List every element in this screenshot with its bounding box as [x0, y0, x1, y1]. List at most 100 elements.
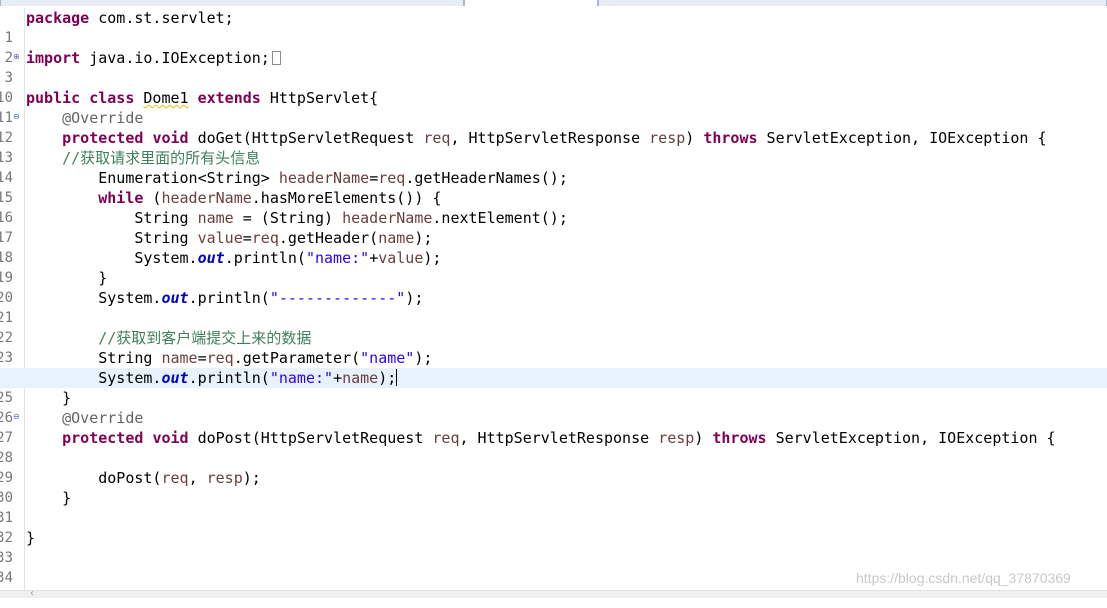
code-line[interactable]: 28 protected void doPost(HttpServletRequ…	[0, 428, 1107, 466]
method-call: doPost(	[98, 469, 162, 487]
class-name-warning: Dome1	[143, 89, 189, 107]
keyword: import	[26, 49, 81, 67]
code-line[interactable]: 2	[0, 28, 1107, 66]
code-line[interactable]: 23 //获取到客户端提交上来的数据	[0, 328, 1107, 366]
static-field: out	[161, 289, 189, 307]
punct: );	[414, 229, 433, 247]
watermark: https://blog.csdn.net/qq_37870369	[856, 570, 1071, 586]
param: resp	[649, 129, 686, 147]
code-line[interactable]: 27 ⊖ @Override	[0, 408, 1107, 446]
fold-expand-icon[interactable]: ⊕	[13, 53, 21, 61]
punct: ,	[188, 469, 207, 487]
keyword: class	[89, 89, 135, 107]
code-line[interactable]: 24 String name=req.getParameter("name");	[0, 348, 1107, 386]
param-type: , HttpServletResponse	[459, 429, 659, 447]
keyword: throws	[712, 429, 767, 447]
code-line[interactable]: 17 String name = (String) headerName.nex…	[0, 208, 1107, 246]
text-cursor	[396, 369, 398, 386]
string-literal: "name:"	[305, 249, 370, 267]
brace: }	[62, 489, 72, 507]
method-signature: doPost(HttpServletRequest	[188, 429, 433, 447]
code-line[interactable]: 29	[0, 448, 1107, 486]
code-line[interactable]: 31 }	[0, 488, 1107, 526]
punct: );	[378, 369, 397, 387]
method-signature: doGet(HttpServletRequest	[188, 129, 424, 147]
keyword: while	[98, 189, 144, 207]
method-call: .println(	[188, 289, 270, 307]
variable: req	[161, 469, 189, 487]
method-call: .hasMoreElements()) {	[251, 189, 442, 207]
static-field: out	[161, 369, 189, 387]
code-line[interactable]: 32	[0, 508, 1107, 546]
method-call: .getParameter(	[233, 349, 361, 367]
editor-tab-active[interactable]	[464, 0, 598, 6]
code-line[interactable]: 11 public class Dome1 extends HttpServle…	[0, 88, 1107, 126]
code-line[interactable]: 20 }	[0, 268, 1107, 306]
annotation: @Override	[62, 409, 144, 427]
variable: name	[342, 369, 379, 387]
fold-collapse-icon[interactable]: ⊖	[13, 413, 21, 421]
code-editor[interactable]: 1 package com.st.servlet; 2 3 ⊕ import j…	[0, 8, 1107, 590]
type: String	[134, 209, 198, 227]
code-line[interactable]: 21 System.out.println("-------------");	[0, 288, 1107, 326]
editor-tab[interactable]	[598, 0, 1107, 6]
variable: name	[378, 229, 415, 247]
scroll-left-icon[interactable]: ‹	[30, 588, 34, 599]
import-name: java.io.IOException;	[80, 49, 270, 67]
variable: value	[197, 229, 243, 247]
type: Enumeration<String>	[98, 169, 279, 187]
code-line[interactable]: 15 Enumeration<String> headerName=req.ge…	[0, 168, 1107, 206]
variable: req	[378, 169, 406, 187]
keyword: protected	[62, 129, 144, 147]
variable: value	[378, 249, 424, 267]
editor-tab-bar	[0, 0, 1107, 6]
code-line[interactable]: 26 }	[0, 388, 1107, 426]
method-call: .getHeaderNames();	[405, 169, 568, 187]
folded-imports-icon[interactable]	[271, 51, 281, 65]
type: String	[98, 349, 162, 367]
exceptions: ServletException, IOException {	[766, 429, 1056, 447]
code-line[interactable]: 18 String value=req.getHeader(name);	[0, 228, 1107, 266]
code-line[interactable]: 3 ⊕ import java.io.IOException;	[0, 48, 1107, 86]
code-line[interactable]: 1 package com.st.servlet;	[0, 8, 1107, 46]
code-line[interactable]: 16 while (headerName.hasMoreElements()) …	[0, 188, 1107, 226]
code-line[interactable]: 19 System.out.println("name:"+value);	[0, 248, 1107, 286]
param-type: , HttpServletResponse	[450, 129, 650, 147]
string-literal: "name"	[360, 349, 415, 367]
variable: name	[197, 209, 234, 227]
keyword: extends	[197, 89, 261, 107]
keyword: void	[152, 129, 189, 147]
keyword: package	[26, 9, 90, 27]
comment: //获取到客户端提交上来的数据	[98, 329, 312, 347]
variable: name	[161, 349, 198, 367]
code-line[interactable]: 30 doPost(req, resp);	[0, 468, 1107, 506]
variable: headerName	[342, 209, 433, 227]
brace: }	[26, 529, 36, 547]
paren: (	[143, 189, 162, 207]
code-line[interactable]: 34	[0, 548, 1107, 586]
variable: resp	[206, 469, 243, 487]
code-line[interactable]: 10	[0, 68, 1107, 106]
class-ref: System.	[98, 289, 162, 307]
code-line[interactable]: 12 ⊖ @Override	[0, 108, 1107, 146]
code-line[interactable]: 14 //获取请求里面的所有头信息	[0, 148, 1107, 186]
fold-collapse-icon[interactable]: ⊖	[13, 113, 21, 121]
param: req	[432, 429, 460, 447]
cast: = (String)	[233, 209, 343, 227]
brace: }	[62, 389, 72, 407]
code-line-current[interactable]: 25 System.out.println("name:"+name);	[0, 368, 1107, 406]
variable: req	[251, 229, 279, 247]
method-call: .getHeader(	[278, 229, 379, 247]
keyword: protected	[62, 429, 144, 447]
param: resp	[658, 429, 695, 447]
horizontal-scrollbar[interactable]: ‹	[0, 588, 1107, 599]
line-number: 34	[0, 570, 13, 586]
param: req	[423, 129, 451, 147]
type: String	[134, 229, 198, 247]
editor-tab[interactable]	[0, 0, 464, 6]
punct: );	[242, 469, 261, 487]
package-name: com.st.servlet;	[89, 9, 234, 27]
code-line[interactable]: 22	[0, 308, 1107, 346]
code-line[interactable]: 33 }	[0, 528, 1107, 566]
code-line[interactable]: 13 protected void doGet(HttpServletReque…	[0, 128, 1107, 166]
